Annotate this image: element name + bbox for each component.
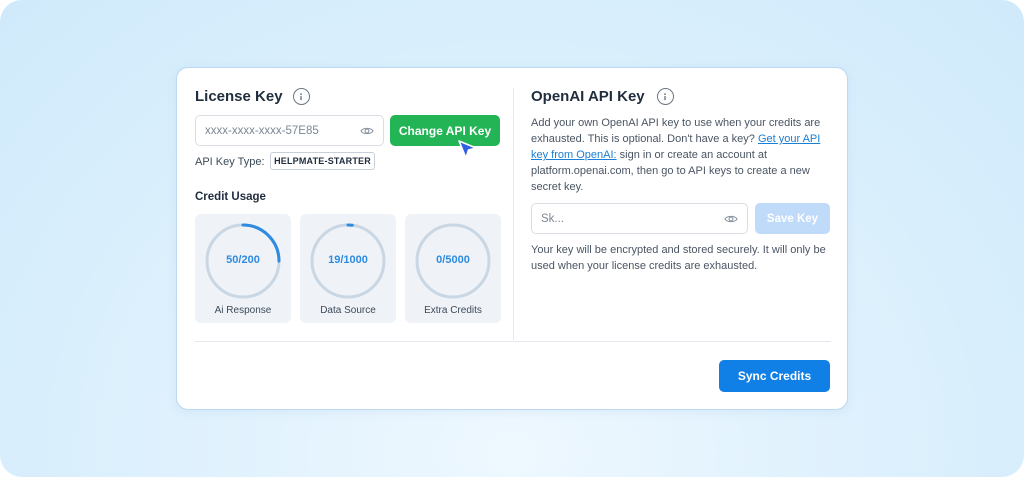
info-icon[interactable] (656, 88, 674, 105)
usage-card-extra-credits: 0/5000 Extra Credits (405, 214, 501, 323)
api-key-type-badge: HELPMATE-STARTER (270, 152, 375, 170)
openai-key-title: OpenAI API Key (531, 88, 645, 105)
footer-divider (195, 341, 831, 342)
usage-value: 0/5000 (436, 254, 470, 266)
eye-icon[interactable] (360, 125, 374, 140)
license-key-title: License Key (195, 88, 283, 105)
save-key-button[interactable]: Save Key (755, 203, 830, 234)
usage-card-ai-response: 50/200 Ai Response (195, 214, 291, 323)
usage-label: Extra Credits (424, 305, 482, 316)
openai-key-placeholder: Sk... (541, 212, 565, 225)
credit-usage-title: Credit Usage (195, 191, 266, 203)
usage-value: 50/200 (226, 254, 260, 266)
eye-icon[interactable] (724, 213, 738, 228)
cursor-pointer-icon (457, 139, 479, 166)
usage-card-data-source: 19/1000 Data Source (300, 214, 396, 323)
api-key-type-label: API Key Type: (195, 156, 265, 168)
usage-value: 19/1000 (328, 254, 368, 266)
license-key-heading: License Key (195, 88, 310, 105)
usage-label: Ai Response (214, 305, 272, 316)
change-api-key-button[interactable]: Change API Key (390, 115, 500, 146)
usage-label: Data Source (320, 305, 376, 316)
info-icon[interactable] (292, 88, 310, 105)
license-settings-card: License Key xxxx-xxxx-xxxx-57E85 Change … (176, 67, 848, 410)
openai-key-heading: OpenAI API Key (531, 88, 674, 105)
license-key-value: xxxx-xxxx-xxxx-57E85 (205, 124, 319, 137)
license-key-input[interactable]: xxxx-xxxx-xxxx-57E85 (195, 115, 384, 146)
secure-storage-note: Your key will be encrypted and stored se… (531, 244, 826, 272)
openai-key-input[interactable]: Sk... (531, 203, 748, 234)
openai-key-description: Add your own OpenAI API key to use when … (531, 115, 831, 195)
sync-credits-button[interactable]: Sync Credits (719, 360, 830, 392)
column-divider (513, 88, 514, 340)
